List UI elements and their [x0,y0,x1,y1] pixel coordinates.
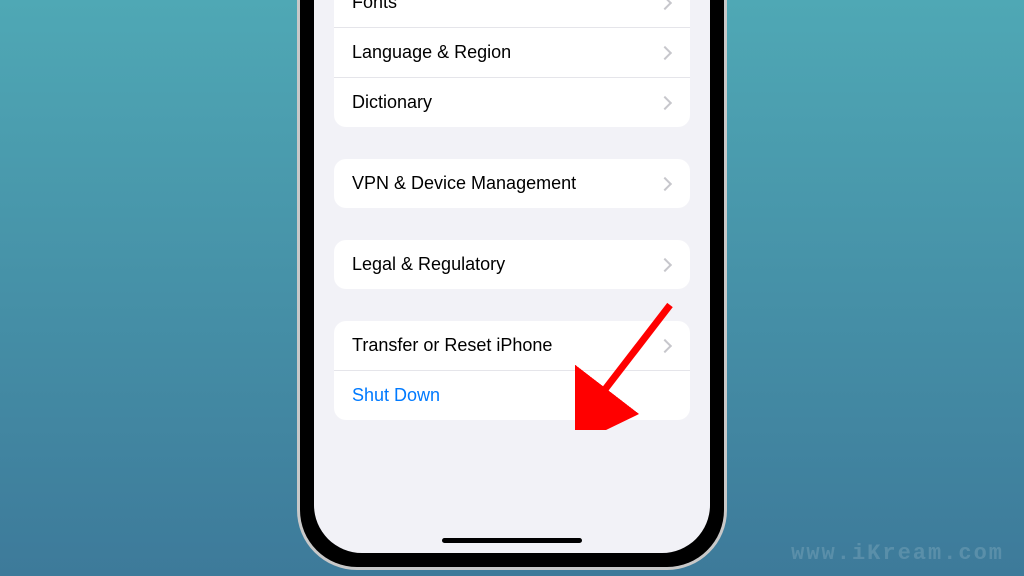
watermark-text: www.iKream.com [791,541,1004,566]
chevron-right-icon [658,338,672,352]
row-label: Dictionary [352,92,432,113]
settings-list: . Fonts Language & Region Dictionary [314,0,710,420]
chevron-right-icon [658,95,672,109]
row-label: Language & Region [352,42,511,63]
settings-row-legal[interactable]: Legal & Regulatory [334,240,690,289]
settings-row-fonts[interactable]: Fonts [334,0,690,28]
chevron-right-icon [658,0,672,10]
settings-group-legal: Legal & Regulatory [334,240,690,289]
settings-row-shutdown[interactable]: Shut Down [334,371,690,420]
settings-group-general: . Fonts Language & Region Dictionary [334,0,690,127]
settings-row-dictionary[interactable]: Dictionary [334,78,690,127]
settings-row-vpn-device[interactable]: VPN & Device Management [334,159,690,208]
chevron-right-icon [658,176,672,190]
settings-group-reset: Transfer or Reset iPhone Shut Down [334,321,690,420]
settings-group-device: VPN & Device Management [334,159,690,208]
row-label: Legal & Regulatory [352,254,505,275]
row-label: Transfer or Reset iPhone [352,335,552,356]
row-label: Fonts [352,0,397,13]
phone-frame: . Fonts Language & Region Dictionary [297,0,727,570]
settings-row-transfer-reset[interactable]: Transfer or Reset iPhone [334,321,690,371]
settings-row-language-region[interactable]: Language & Region [334,28,690,78]
row-label: VPN & Device Management [352,173,576,194]
row-label-shutdown: Shut Down [352,385,440,406]
phone-screen: . Fonts Language & Region Dictionary [314,0,710,553]
chevron-right-icon [658,45,672,59]
home-indicator[interactable] [442,538,582,543]
chevron-right-icon [658,257,672,271]
